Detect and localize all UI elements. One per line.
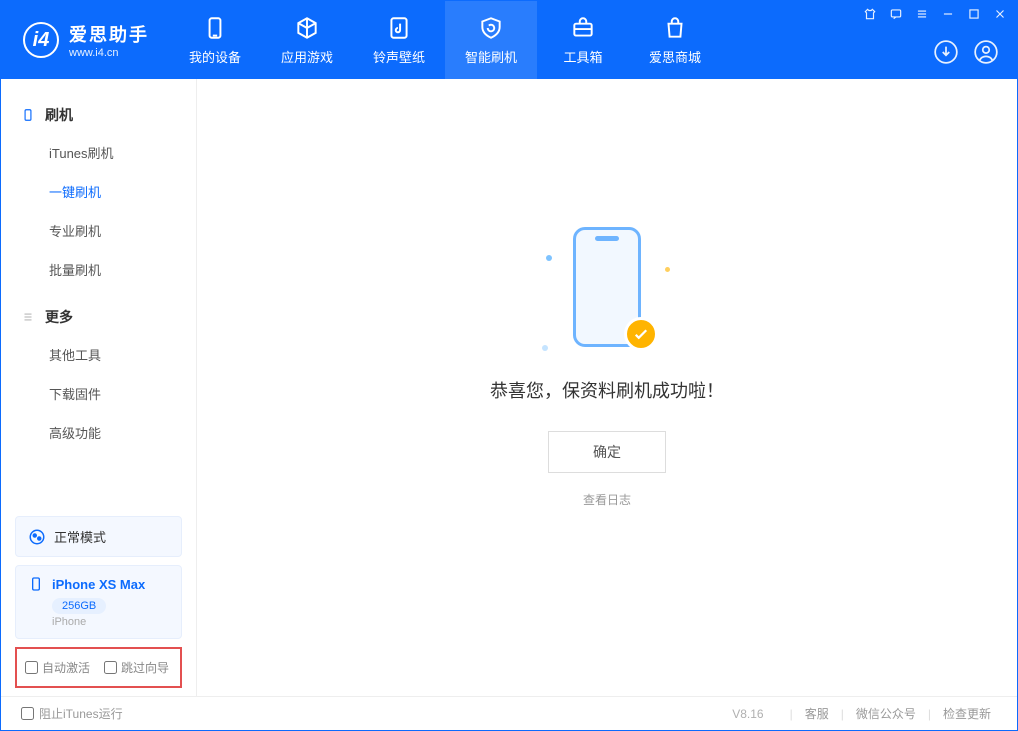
body: 刷机 iTunes刷机 一键刷机 专业刷机 批量刷机 更多 其他工具 下载固件 … [1, 79, 1017, 696]
menu-icon[interactable] [915, 7, 929, 21]
check-icon [632, 325, 650, 343]
sidebar-item-oneclick-flash[interactable]: 一键刷机 [1, 172, 196, 211]
footer: 阻止iTunes运行 V8.16 | 客服 | 微信公众号 | 检查更新 [1, 696, 1017, 730]
group-title-label: 刷机 [45, 105, 73, 125]
mode-icon [28, 528, 46, 546]
separator: | [841, 707, 844, 721]
success-message: 恭喜您，保资料刷机成功啦！ [490, 377, 724, 403]
nav-toolbox[interactable]: 工具箱 [537, 1, 629, 79]
cube-icon [294, 15, 320, 41]
checkbox-label: 跳过向导 [121, 659, 169, 676]
separator: | [928, 707, 931, 721]
window-controls [863, 7, 1007, 21]
footer-link-update[interactable]: 检查更新 [943, 705, 991, 722]
mode-label: 正常模式 [54, 527, 106, 546]
auto-activate-checkbox[interactable]: 自动激活 [25, 659, 90, 676]
bag-icon [662, 15, 688, 41]
nav-my-device[interactable]: 我的设备 [169, 1, 261, 79]
nav-label: 铃声壁纸 [373, 47, 425, 66]
skip-guide-checkbox[interactable]: 跳过向导 [104, 659, 169, 676]
footer-link-support[interactable]: 客服 [805, 705, 829, 722]
nav-label: 工具箱 [563, 47, 602, 66]
view-log-link[interactable]: 查看日志 [583, 491, 631, 508]
options-row: 自动激活 跳过向导 [15, 647, 182, 688]
checkmark-badge [624, 317, 658, 351]
skin-icon[interactable] [863, 7, 877, 21]
download-icon[interactable] [933, 39, 959, 65]
nav-store[interactable]: 爱思商城 [629, 1, 721, 79]
ok-button[interactable]: 确定 [548, 431, 666, 473]
list-icon [21, 310, 35, 324]
block-itunes-checkbox[interactable]: 阻止iTunes运行 [21, 705, 123, 722]
device-mode-box[interactable]: 正常模式 [15, 516, 182, 557]
nav-ringtone-wallpaper[interactable]: 铃声壁纸 [353, 1, 445, 79]
device-name: iPhone XS Max [52, 577, 145, 592]
version-label: V8.16 [732, 707, 763, 721]
group-title-label: 更多 [45, 307, 73, 327]
header-right [933, 39, 999, 65]
nav-apps-games[interactable]: 应用游戏 [261, 1, 353, 79]
sidebar-group-more: 更多 [1, 299, 196, 335]
checkbox-label: 自动激活 [42, 659, 90, 676]
sidebar-item-itunes-flash[interactable]: iTunes刷机 [1, 133, 196, 172]
device-name-row: iPhone XS Max [28, 576, 169, 592]
sidebar-bottom: 正常模式 iPhone XS Max 256GB iPhone 自动激活 跳过向… [1, 508, 196, 696]
logo-icon: i4 [23, 22, 59, 58]
sidebar-item-download-firmware[interactable]: 下载固件 [1, 374, 196, 413]
minimize-icon[interactable] [941, 7, 955, 21]
app-window: i4 爱思助手 www.i4.cn 我的设备 应用游戏 铃声壁纸 智能刷机 [0, 0, 1018, 731]
phone-small-icon [28, 576, 44, 592]
music-file-icon [386, 15, 412, 41]
nav-label: 智能刷机 [465, 47, 517, 66]
app-url: www.i4.cn [69, 47, 149, 59]
footer-link-wechat[interactable]: 微信公众号 [856, 705, 916, 722]
nav-label: 应用游戏 [281, 47, 333, 66]
phone-outline-icon [21, 108, 35, 122]
sidebar-group-flash: 刷机 [1, 97, 196, 133]
separator: | [790, 707, 793, 721]
sidebar-item-batch-flash[interactable]: 批量刷机 [1, 250, 196, 289]
nav: 我的设备 应用游戏 铃声壁纸 智能刷机 工具箱 爱思商城 [169, 1, 721, 79]
logo-text: 爱思助手 www.i4.cn [69, 21, 149, 59]
main-content: 恭喜您，保资料刷机成功啦！ 确定 查看日志 [197, 79, 1017, 696]
header: i4 爱思助手 www.i4.cn 我的设备 应用游戏 铃声壁纸 智能刷机 [1, 1, 1017, 79]
sidebar-item-pro-flash[interactable]: 专业刷机 [1, 211, 196, 250]
device-info-box[interactable]: iPhone XS Max 256GB iPhone [15, 565, 182, 639]
maximize-icon[interactable] [967, 7, 981, 21]
user-icon[interactable] [973, 39, 999, 65]
sidebar-item-advanced[interactable]: 高级功能 [1, 413, 196, 452]
nav-flash[interactable]: 智能刷机 [445, 1, 537, 79]
shield-refresh-icon [478, 15, 504, 41]
checkbox-label: 阻止iTunes运行 [39, 705, 123, 722]
sidebar: 刷机 iTunes刷机 一键刷机 专业刷机 批量刷机 更多 其他工具 下载固件 … [1, 79, 197, 696]
close-icon[interactable] [993, 7, 1007, 21]
toolbox-icon [570, 15, 596, 41]
device-storage-badge: 256GB [52, 598, 106, 614]
nav-label: 我的设备 [189, 47, 241, 66]
success-illustration [542, 227, 672, 357]
feedback-icon[interactable] [889, 7, 903, 21]
nav-label: 爱思商城 [649, 47, 701, 66]
sidebar-item-other-tools[interactable]: 其他工具 [1, 335, 196, 374]
phone-icon [202, 15, 228, 41]
app-name: 爱思助手 [69, 21, 149, 47]
device-type: iPhone [52, 616, 169, 628]
logo-block[interactable]: i4 爱思助手 www.i4.cn [1, 21, 169, 59]
